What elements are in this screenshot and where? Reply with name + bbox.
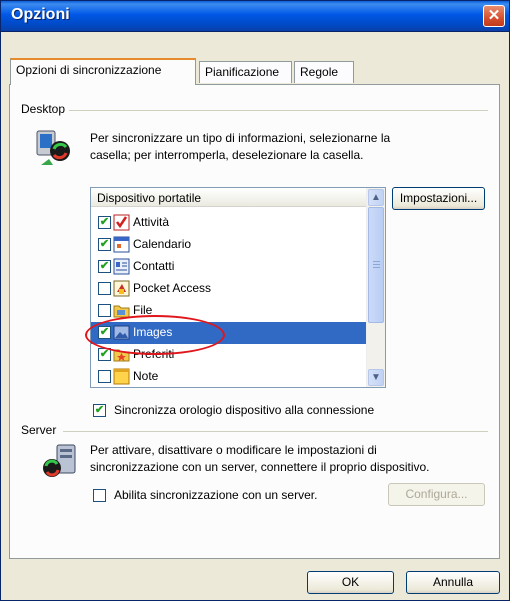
item-label: Attività: [133, 215, 170, 229]
chevron-down-icon: ▼: [371, 372, 381, 383]
tab-label: Opzioni di sincronizzazione: [16, 63, 162, 77]
window-title: Opzioni: [11, 6, 70, 23]
desktop-group-label: Desktop: [21, 102, 70, 116]
desktop-sync-icon: [36, 130, 70, 165]
item-label: Calendario: [133, 237, 192, 251]
list-item-contatti[interactable]: ✔ Contatti: [91, 256, 367, 278]
list-item-images[interactable]: ✔ Images: [91, 322, 367, 344]
ok-button[interactable]: OK: [307, 571, 394, 594]
list-item-file[interactable]: File: [91, 300, 367, 322]
list-item-preferiti[interactable]: ✔ Preferiti: [91, 344, 367, 366]
favorites-icon: [113, 349, 130, 362]
grip-line: [373, 267, 380, 268]
clock-sync-checkbox[interactable]: ✔: [93, 404, 106, 417]
title-bar[interactable]: Opzioni ✕: [1, 1, 509, 32]
tab-label: Regole: [300, 65, 339, 79]
cancel-button[interactable]: Annulla: [406, 571, 500, 594]
server-group-divider: [63, 431, 488, 432]
checkbox-images[interactable]: ✔: [98, 326, 111, 339]
checkbox-calendario[interactable]: ✔: [98, 238, 111, 251]
checkbox-attivita[interactable]: ✔: [98, 216, 111, 229]
list-item-calendario[interactable]: ✔ Calendario: [91, 234, 367, 256]
chevron-up-icon: ▲: [371, 192, 381, 203]
checkbox-note[interactable]: [98, 370, 111, 383]
grip-line: [373, 261, 380, 262]
server-description-line1: Per attivare, disattivare o modificare l…: [90, 443, 377, 457]
enable-server-label: Abilita sincronizzazione con un server.: [114, 488, 318, 502]
item-label: Pocket Access: [133, 281, 212, 295]
images-icon: [113, 325, 130, 340]
server-group-label: Server: [21, 423, 61, 437]
device-items-list[interactable]: Dispositivo portatile ✔ Attività ✔ Calen…: [90, 187, 386, 388]
tab-rules[interactable]: Regole: [294, 61, 354, 83]
tab-sync-options[interactable]: Opzioni di sincronizzazione: [10, 58, 196, 85]
checkbox-preferiti[interactable]: ✔: [98, 348, 111, 361]
contacts-icon: [113, 258, 130, 275]
clock-sync-label: Sincronizza orologio dispositivo alla co…: [114, 403, 375, 417]
configure-button[interactable]: Configura...: [388, 483, 485, 506]
list-item-attivita[interactable]: ✔ Attività: [91, 212, 367, 234]
calendar-icon: [113, 236, 130, 253]
tab-schedule[interactable]: Pianificazione: [199, 61, 292, 83]
scrollbar-thumb[interactable]: [368, 207, 384, 323]
notes-icon: [113, 368, 130, 385]
options-dialog: Opzioni ✕ Opzioni di sincronizzazione Pi…: [0, 0, 510, 601]
item-label: Note: [133, 369, 159, 383]
enable-server-checkbox[interactable]: [93, 489, 106, 502]
list-column-header[interactable]: Dispositivo portatile: [91, 188, 367, 207]
grip-line: [373, 264, 380, 265]
files-icon: [113, 305, 130, 318]
checkbox-pocket-access[interactable]: [98, 282, 111, 295]
scroll-down-button[interactable]: ▼: [368, 369, 384, 386]
tab-label: Pianificazione: [205, 65, 280, 79]
checkbox-file[interactable]: [98, 304, 111, 317]
list-item-pocket-access[interactable]: Pocket Access: [91, 278, 367, 300]
list-scrollbar[interactable]: ▲ ▼: [366, 188, 385, 387]
pocket-access-icon: [113, 280, 130, 297]
settings-button[interactable]: Impostazioni...: [392, 187, 485, 210]
checkbox-contatti[interactable]: ✔: [98, 260, 111, 273]
desktop-description-line1: Per sincronizzare un tipo di informazion…: [90, 131, 391, 145]
item-label: Contatti: [133, 259, 175, 273]
desktop-description-line2: casella; per interromperla, deselezionar…: [90, 148, 364, 162]
list-item-note[interactable]: Note: [91, 366, 367, 387]
column-header-label: Dispositivo portatile: [97, 191, 202, 205]
item-label: Images: [133, 325, 173, 339]
close-icon: ✕: [487, 7, 501, 24]
server-sync-icon: [43, 444, 76, 477]
item-label: File: [133, 303, 153, 317]
desktop-group-divider: [27, 110, 488, 111]
item-label: Preferiti: [133, 347, 175, 361]
scroll-up-button[interactable]: ▲: [368, 189, 384, 206]
tasks-icon: [113, 214, 130, 231]
server-description-line2: sincronizzazione con un server, connette…: [90, 460, 430, 474]
close-button[interactable]: ✕: [483, 5, 505, 27]
